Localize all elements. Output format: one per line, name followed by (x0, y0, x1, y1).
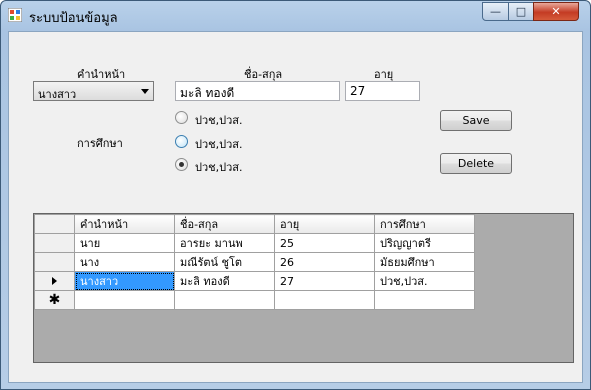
education-option-label: ปวช,ปวส. (195, 138, 243, 151)
app-icon (8, 8, 22, 22)
table-cell[interactable]: นาง (74, 252, 175, 272)
maximize-button[interactable]: □ (508, 2, 534, 21)
table-cell[interactable]: อารยะ มานพ (174, 233, 275, 253)
save-button[interactable]: Save (440, 110, 512, 131)
table-row[interactable]: นาย อารยะ มานพ 25 ปริญญาตรี (34, 233, 475, 253)
title-bar[interactable]: ระบบป้อนข้อมูล — □ ✕ (1, 1, 590, 31)
table-cell[interactable]: นาย (74, 233, 175, 253)
column-header-education[interactable]: การศึกษา (374, 214, 475, 234)
row-header[interactable] (34, 252, 75, 272)
column-header-prefix[interactable]: คำนำหน้า (74, 214, 175, 234)
radio-circle-icon (175, 135, 188, 148)
new-table-row[interactable]: ✱ (34, 290, 475, 310)
table-cell[interactable]: มะลิ ทองดี (174, 271, 275, 291)
data-grid-table: คำนำหน้า ชื่อ-สกุล อายุ การศึกษา นาย อาร… (34, 214, 475, 310)
new-row-asterisk-icon: ✱ (48, 292, 61, 308)
grid-header-row: คำนำหน้า ชื่อ-สกุล อายุ การศึกษา (34, 214, 475, 234)
table-cell[interactable]: 27 (274, 271, 375, 291)
table-cell[interactable]: ปวช,ปวส. (374, 271, 475, 291)
table-cell[interactable]: 26 (274, 252, 375, 272)
table-cell[interactable] (174, 290, 275, 310)
app-window: ระบบป้อนข้อมูล — □ ✕ คำนำหน้า นางสาว ชื่… (0, 0, 591, 390)
table-cell[interactable] (274, 290, 375, 310)
table-cell[interactable] (374, 290, 475, 310)
prefix-value: นางสาว (38, 88, 77, 101)
close-button[interactable]: ✕ (533, 2, 579, 21)
table-cell-selected[interactable]: นางสาว (74, 271, 175, 291)
table-cell[interactable]: ปริญญาตรี (374, 233, 475, 253)
row-header[interactable]: ✱ (34, 290, 75, 310)
form-client-area: คำนำหน้า นางสาว ชื่อ-สกุล มะลิ ทองดี อาย… (8, 31, 583, 383)
table-cell[interactable] (74, 290, 175, 310)
window-title: ระบบป้อนข้อมูล (29, 11, 118, 26)
radio-circle-icon (175, 111, 188, 124)
education-radio-2[interactable]: ปวช,ปวส. (175, 134, 295, 151)
prefix-combobox[interactable]: นางสาว (33, 81, 154, 101)
chevron-down-icon[interactable] (141, 89, 149, 94)
column-header-name[interactable]: ชื่อ-สกุล (174, 214, 275, 234)
data-grid[interactable]: คำนำหน้า ชื่อ-สกุล อายุ การศึกษา นาย อาร… (33, 213, 574, 363)
radio-checked-icon (175, 158, 188, 171)
age-input[interactable]: 27 (345, 81, 420, 101)
education-option-label: ปวช,ปวส. (195, 161, 243, 174)
table-cell[interactable]: 25 (274, 233, 375, 253)
current-row-arrow-icon (52, 276, 57, 285)
table-cell[interactable]: มณีรัตน์ ชูโต (174, 252, 275, 272)
name-input[interactable]: มะลิ ทองดี (175, 81, 340, 101)
row-header[interactable] (34, 233, 75, 253)
column-header-age[interactable]: อายุ (274, 214, 375, 234)
education-radio-3[interactable]: ปวช,ปวส. (175, 157, 295, 174)
grid-corner-header[interactable] (34, 214, 75, 234)
minimize-button[interactable]: — (482, 2, 509, 21)
education-radio-1[interactable]: ปวช,ปวส. (175, 110, 295, 127)
row-header[interactable] (34, 271, 75, 291)
education-label: การศึกษา (77, 137, 123, 150)
table-row[interactable]: นางสาว มะลิ ทองดี 27 ปวช,ปวส. (34, 271, 475, 291)
delete-button[interactable]: Delete (440, 153, 512, 174)
table-row[interactable]: นาง มณีรัตน์ ชูโต 26 มัธยมศึกษา (34, 252, 475, 272)
education-option-label: ปวช,ปวส. (195, 114, 243, 127)
table-cell[interactable]: มัธยมศึกษา (374, 252, 475, 272)
